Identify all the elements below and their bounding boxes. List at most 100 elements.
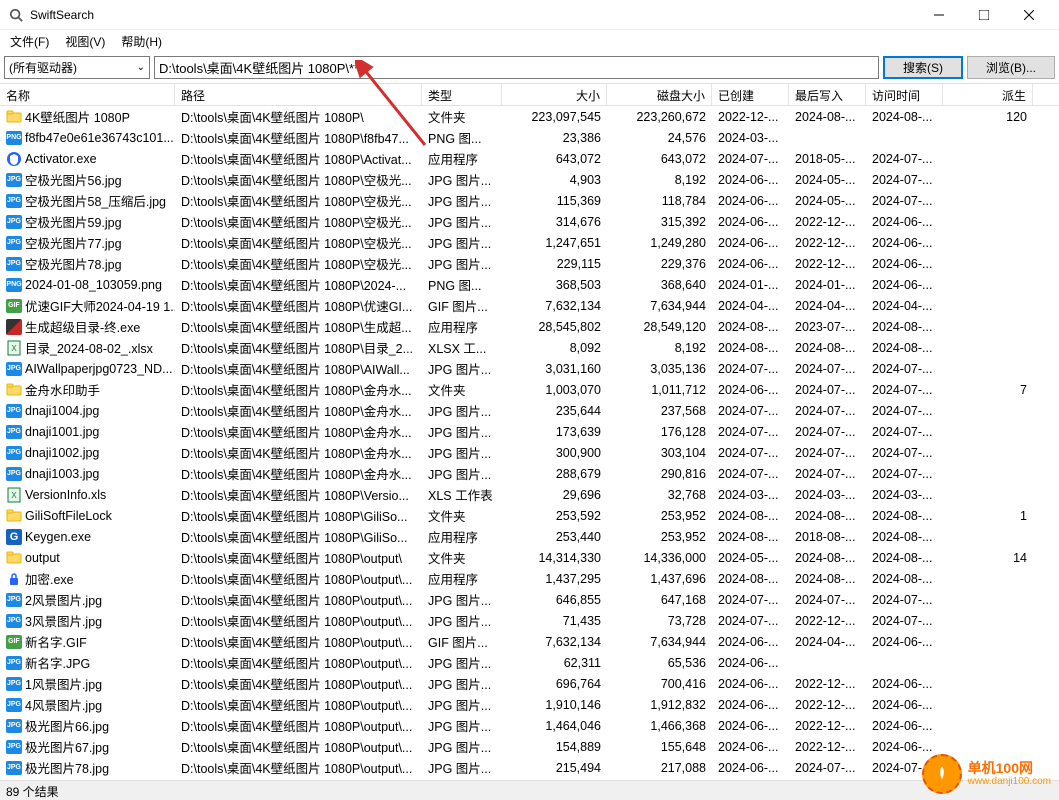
- menu-file[interactable]: 文件(F): [2, 31, 57, 52]
- table-row[interactable]: 加密.exeD:\tools\桌面\4K壁纸图片 1080P\output\..…: [0, 568, 1059, 589]
- table-row[interactable]: JPG新名字.JPGD:\tools\桌面\4K壁纸图片 1080P\outpu…: [0, 652, 1059, 673]
- col-name[interactable]: 名称: [0, 84, 175, 105]
- col-disksize[interactable]: 磁盘大小: [607, 84, 712, 105]
- file-icon: [6, 571, 22, 587]
- file-written: 2024-04-...: [789, 299, 866, 313]
- table-row[interactable]: JPGdnaji1002.jpgD:\tools\桌面\4K壁纸图片 1080P…: [0, 442, 1059, 463]
- file-icon: [6, 319, 22, 335]
- file-disksize: 24,576: [607, 131, 712, 145]
- table-row[interactable]: JPG4风景图片.jpgD:\tools\桌面\4K壁纸图片 1080P\out…: [0, 694, 1059, 715]
- file-type: GIF 图片...: [422, 632, 502, 651]
- table-row[interactable]: JPG空极光图片58_压缩后.jpgD:\tools\桌面\4K壁纸图片 108…: [0, 190, 1059, 211]
- file-accessed: 2024-07-...: [866, 194, 943, 208]
- file-type: GIF 图片...: [422, 296, 502, 315]
- table-row[interactable]: 生成超级目录-终.exe D:\tools\桌面\4K壁纸图片 1080P\生成超…: [0, 316, 1059, 337]
- file-name: 生成超级目录-终.exe: [25, 317, 140, 336]
- table-row[interactable]: X目录_2024-08-02_.xlsxD:\tools\桌面\4K壁纸图片 1…: [0, 337, 1059, 358]
- table-row[interactable]: GIF优速GIF大师2024-04-19 1...D:\tools\桌面\4K壁…: [0, 295, 1059, 316]
- table-row[interactable]: JPG1风景图片.jpgD:\tools\桌面\4K壁纸图片 1080P\out…: [0, 673, 1059, 694]
- menu-view[interactable]: 视图(V): [57, 31, 113, 52]
- table-row[interactable]: XVersionInfo.xlsD:\tools\桌面\4K壁纸图片 1080P…: [0, 484, 1059, 505]
- drive-select[interactable]: (所有驱动器) ⌄: [4, 56, 150, 79]
- file-icon: JPG: [6, 193, 22, 209]
- maximize-button[interactable]: [961, 0, 1006, 30]
- file-accessed: 2024-07-...: [866, 362, 943, 376]
- file-accessed: 2024-08-...: [866, 572, 943, 586]
- file-size: 288,679: [502, 467, 607, 481]
- file-type: JPG 图片...: [422, 422, 502, 441]
- table-row[interactable]: GIF新名字.GIFD:\tools\桌面\4K壁纸图片 1080P\outpu…: [0, 631, 1059, 652]
- file-size: 253,592: [502, 509, 607, 523]
- file-icon: [6, 508, 22, 524]
- file-path: D:\tools\桌面\4K壁纸图片 1080P\output\...: [175, 737, 422, 756]
- file-name: 极光图片67.jpg: [25, 737, 109, 756]
- file-size: 1,464,046: [502, 719, 607, 733]
- table-row[interactable]: JPGdnaji1003.jpgD:\tools\桌面\4K壁纸图片 1080P…: [0, 463, 1059, 484]
- minimize-button[interactable]: [916, 0, 961, 30]
- file-size: 643,072: [502, 152, 607, 166]
- close-button[interactable]: [1006, 0, 1051, 30]
- table-row[interactable]: JPGAIWallpaperjpg0723_ND...D:\tools\桌面\4…: [0, 358, 1059, 379]
- file-accessed: 2024-08-...: [866, 509, 943, 523]
- menu-help[interactable]: 帮助(H): [113, 31, 170, 52]
- file-written: 2024-05-...: [789, 173, 866, 187]
- file-accessed: 2024-07-...: [866, 446, 943, 460]
- col-path[interactable]: 路径: [175, 84, 422, 105]
- table-row[interactable]: outputD:\tools\桌面\4K壁纸图片 1080P\output\文件…: [0, 547, 1059, 568]
- table-row[interactable]: JPG空极光图片78.jpgD:\tools\桌面\4K壁纸图片 1080P\空…: [0, 253, 1059, 274]
- col-derived[interactable]: 派生: [943, 84, 1033, 105]
- table-row[interactable]: JPGdnaji1004.jpgD:\tools\桌面\4K壁纸图片 1080P…: [0, 400, 1059, 421]
- file-created: 2024-04-...: [712, 299, 789, 313]
- table-row[interactable]: PNGf8fb47e0e61e36743c101...D:\tools\桌面\4…: [0, 127, 1059, 148]
- table-row[interactable]: JPG2风景图片.jpgD:\tools\桌面\4K壁纸图片 1080P\out…: [0, 589, 1059, 610]
- table-row[interactable]: JPGdnaji1001.jpgD:\tools\桌面\4K壁纸图片 1080P…: [0, 421, 1059, 442]
- table-row[interactable]: JPG3风景图片.jpgD:\tools\桌面\4K壁纸图片 1080P\out…: [0, 610, 1059, 631]
- path-input[interactable]: [154, 56, 879, 79]
- file-written: 2024-07-...: [789, 425, 866, 439]
- searchbar: (所有驱动器) ⌄ 搜索(S) 浏览(B)...: [0, 52, 1059, 83]
- file-icon: [6, 382, 22, 398]
- file-accessed: 2024-07-...: [866, 614, 943, 628]
- col-type[interactable]: 类型: [422, 84, 502, 105]
- search-button[interactable]: 搜索(S): [883, 56, 963, 79]
- file-disksize: 176,128: [607, 425, 712, 439]
- table-row[interactable]: PNG2024-01-08_103059.pngD:\tools\桌面\4K壁纸…: [0, 274, 1059, 295]
- file-path: D:\tools\桌面\4K壁纸图片 1080P\output\...: [175, 653, 422, 672]
- file-accessed: 2024-06-...: [866, 719, 943, 733]
- col-created[interactable]: 已创建: [712, 84, 789, 105]
- table-row[interactable]: JPG空极光图片56.jpgD:\tools\桌面\4K壁纸图片 1080P\空…: [0, 169, 1059, 190]
- file-name: 空极光图片56.jpg: [25, 170, 122, 189]
- list-body[interactable]: 4K壁纸图片 1080PD:\tools\桌面\4K壁纸图片 1080P\文件夹…: [0, 106, 1059, 780]
- file-type: JPG 图片...: [422, 254, 502, 273]
- file-name: 3风景图片.jpg: [25, 611, 102, 630]
- browse-button[interactable]: 浏览(B)...: [967, 56, 1055, 79]
- table-row[interactable]: GKeygen.exeD:\tools\桌面\4K壁纸图片 1080P\Gili…: [0, 526, 1059, 547]
- col-written[interactable]: 最后写入: [789, 84, 866, 105]
- file-icon: JPG: [6, 403, 22, 419]
- file-name: 优速GIF大师2024-04-19 1...: [25, 296, 175, 315]
- file-accessed: 2024-06-...: [866, 257, 943, 271]
- table-row[interactable]: JPG极光图片78.jpgD:\tools\桌面\4K壁纸图片 1080P\ou…: [0, 757, 1059, 778]
- file-path: D:\tools\桌面\4K壁纸图片 1080P\空极光...: [175, 191, 422, 210]
- col-size[interactable]: 大小: [502, 84, 607, 105]
- table-row[interactable]: 金舟水印助手D:\tools\桌面\4K壁纸图片 1080P\金舟水...文件夹…: [0, 379, 1059, 400]
- file-size: 71,435: [502, 614, 607, 628]
- file-path: D:\tools\桌面\4K壁纸图片 1080P\2024-...: [175, 275, 422, 294]
- file-size: 1,247,651: [502, 236, 607, 250]
- file-created: 2024-08-...: [712, 509, 789, 523]
- col-accessed[interactable]: 访问时间: [866, 84, 943, 105]
- file-disksize: 229,376: [607, 257, 712, 271]
- table-row[interactable]: JPG极光图片67.jpgD:\tools\桌面\4K壁纸图片 1080P\ou…: [0, 736, 1059, 757]
- file-created: 2024-08-...: [712, 341, 789, 355]
- file-icon: JPG: [6, 676, 22, 692]
- file-size: 253,440: [502, 530, 607, 544]
- table-row[interactable]: JPG空极光图片59.jpgD:\tools\桌面\4K壁纸图片 1080P\空…: [0, 211, 1059, 232]
- table-row[interactable]: JPG空极光图片77.jpgD:\tools\桌面\4K壁纸图片 1080P\空…: [0, 232, 1059, 253]
- table-row[interactable]: Activator.exeD:\tools\桌面\4K壁纸图片 1080P\Ac…: [0, 148, 1059, 169]
- file-created: 2024-06-...: [712, 635, 789, 649]
- table-row[interactable]: 4K壁纸图片 1080PD:\tools\桌面\4K壁纸图片 1080P\文件夹…: [0, 106, 1059, 127]
- file-path: D:\tools\桌面\4K壁纸图片 1080P\生成超...: [175, 317, 422, 336]
- table-row[interactable]: GiliSoftFileLockD:\tools\桌面\4K壁纸图片 1080P…: [0, 505, 1059, 526]
- table-row[interactable]: JPG极光图片66.jpgD:\tools\桌面\4K壁纸图片 1080P\ou…: [0, 715, 1059, 736]
- file-path: D:\tools\桌面\4K壁纸图片 1080P\output\...: [175, 695, 422, 714]
